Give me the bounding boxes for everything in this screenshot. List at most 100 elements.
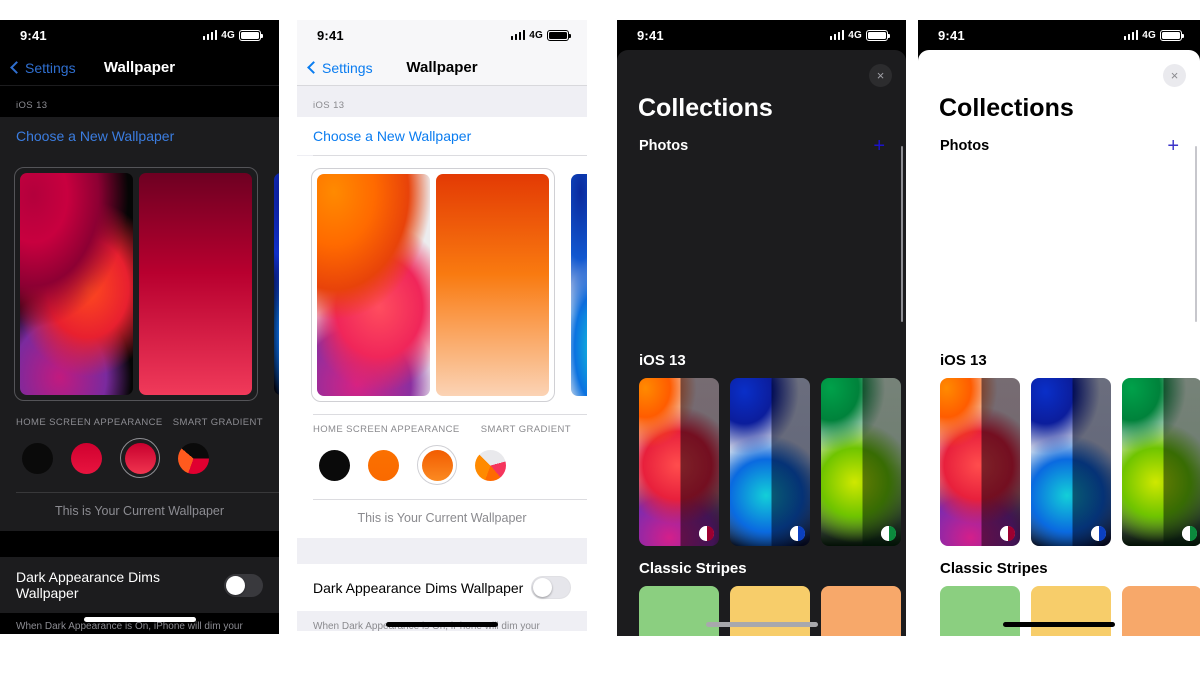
dim-wallpaper-row[interactable]: Dark Appearance Dims Wallpaper: [0, 557, 279, 613]
home-indicator-wrap: [617, 622, 906, 627]
choose-new-wallpaper-button[interactable]: Choose a New Wallpaper: [297, 117, 587, 155]
current-wallpaper-caption: This is Your Current Wallpaper: [54, 504, 225, 518]
stripes-thumbnail-row[interactable]: [918, 586, 1200, 636]
vertical-scrollbar[interactable]: [900, 146, 903, 322]
wallpaper-thumb-blue[interactable]: [730, 378, 810, 546]
close-icon[interactable]: ×: [1163, 64, 1186, 87]
stripe-thumb-yellow[interactable]: [730, 586, 810, 636]
next-wallpaper-card[interactable]: [268, 167, 279, 401]
add-icon[interactable]: +: [873, 136, 885, 156]
home-screen-preview[interactable]: [436, 174, 549, 396]
photos-label: Photos: [639, 138, 689, 154]
status-bar: 9:41 4G: [297, 20, 587, 50]
phone-screen-settings-dark: 9:41 4G Settings Wallpaper iOS 13 Choose…: [0, 20, 279, 634]
row-photos[interactable]: Photos +: [918, 123, 1200, 169]
network-label: 4G: [221, 29, 235, 41]
network-label: 4G: [848, 29, 862, 41]
dark-mode-badge-icon: [881, 526, 896, 541]
sheet-title: Collections: [939, 94, 1074, 122]
wallpaper-thumb-green[interactable]: [821, 378, 901, 546]
stripe-thumb-yellow[interactable]: [1031, 586, 1111, 636]
swatch-solid-orange[interactable]: [368, 449, 399, 481]
photos-label: Photos: [940, 138, 990, 154]
dark-mode-badge-icon: [790, 526, 805, 541]
choose-new-wallpaper-button[interactable]: Choose a New Wallpaper: [0, 117, 279, 155]
wallpaper-thumb-red[interactable]: [940, 378, 1020, 546]
section-header-stripes: Classic Stripes: [940, 560, 1048, 577]
stripes-thumbnail-row[interactable]: [617, 586, 906, 636]
nav-bar: Settings Wallpaper: [297, 50, 587, 86]
signal-icon: [510, 30, 526, 40]
back-button[interactable]: Settings: [307, 60, 373, 76]
home-indicator[interactable]: [83, 617, 196, 622]
dark-mode-badge-icon: [1091, 526, 1106, 541]
current-wallpaper-caption: This is Your Current Wallpaper: [357, 511, 527, 525]
lock-screen-preview[interactable]: [317, 174, 430, 396]
smart-gradient-label: SMART GRADIENT: [172, 417, 263, 428]
sheet-title: Collections: [638, 94, 773, 122]
stripe-thumb-green[interactable]: [639, 586, 719, 636]
vertical-scrollbar[interactable]: [1194, 146, 1197, 322]
status-bar: 9:41 4G: [0, 20, 279, 50]
section-gap: [297, 538, 587, 564]
wallpaper-thumb-red[interactable]: [639, 378, 719, 546]
group-header-row: iOS 13: [0, 86, 279, 117]
home-indicator-wrap: [0, 617, 279, 622]
status-bar: 9:41 4G: [617, 20, 906, 50]
wallpaper-thumb-blue[interactable]: [1031, 378, 1111, 546]
section-gap: [0, 531, 279, 557]
next-lock-preview[interactable]: [274, 173, 279, 395]
next-wallpaper-card[interactable]: [565, 168, 587, 402]
wallpaper-thumb-green[interactable]: [1122, 378, 1200, 546]
row-photos[interactable]: Photos +: [617, 123, 906, 169]
smart-gradient-label: SMART GRADIENT: [480, 424, 571, 435]
phone-screen-collections-dark: 9:41 4G × Collections Photos + iOS 13 Cl…: [617, 20, 906, 636]
group-header: iOS 13: [16, 100, 48, 111]
nav-bar: Settings Wallpaper: [0, 50, 279, 86]
ios13-thumbnail-row[interactable]: [617, 378, 906, 546]
ios13-thumbnail-row[interactable]: [918, 378, 1200, 546]
current-wallpaper-card[interactable]: [311, 168, 555, 402]
dim-wallpaper-toggle[interactable]: [223, 573, 263, 597]
network-label: 4G: [529, 29, 543, 41]
home-indicator[interactable]: [386, 622, 498, 627]
dark-mode-badge-icon: [1182, 526, 1197, 541]
collections-sheet: × Collections Photos + iOS 13 Classic St…: [617, 50, 906, 636]
home-screen-preview[interactable]: [139, 173, 252, 395]
appearance-labels: HOME SCREEN APPEARANCE SMART GRADIENT: [297, 415, 587, 435]
stripe-thumb-orange[interactable]: [821, 586, 901, 636]
swatch-black[interactable]: [319, 449, 350, 481]
network-label: 4G: [1142, 29, 1156, 41]
close-icon[interactable]: ×: [869, 64, 892, 87]
section-header-ios13: iOS 13: [940, 352, 987, 369]
group-header: iOS 13: [313, 100, 345, 111]
stripe-thumb-orange[interactable]: [1122, 586, 1200, 636]
home-indicator[interactable]: [705, 622, 818, 627]
dim-wallpaper-row[interactable]: Dark Appearance Dims Wallpaper: [297, 564, 587, 611]
home-indicator[interactable]: [1003, 622, 1115, 627]
swatch-black[interactable]: [22, 442, 53, 474]
stripe-thumb-green[interactable]: [940, 586, 1020, 636]
screenshot-canvas: 9:41 4G Settings Wallpaper iOS 13 Choose…: [0, 0, 1200, 675]
appearance-swatches[interactable]: [297, 435, 587, 499]
swatch-gradient-red-selected[interactable]: [120, 438, 160, 478]
swatch-smart-gradient[interactable]: [178, 442, 209, 474]
current-wallpaper-card[interactable]: [14, 167, 258, 401]
appearance-swatches[interactable]: [0, 428, 279, 492]
collections-sheet: × Collections Photos + iOS 13 Classic St…: [918, 50, 1200, 636]
add-icon[interactable]: +: [1167, 136, 1179, 156]
collections-sheet-wrap: × Collections Photos + iOS 13 Classic St…: [617, 50, 906, 636]
wallpaper-preview-section: HOME SCREEN APPEARANCE SMART GRADIENT Th…: [297, 156, 587, 538]
back-button[interactable]: Settings: [10, 60, 76, 76]
wallpaper-preview-carousel[interactable]: [0, 155, 279, 413]
phone-screen-settings-light: 9:41 4G Settings Wallpaper iOS 13 Choose…: [297, 20, 587, 631]
battery-icon: [547, 29, 571, 41]
next-lock-preview[interactable]: [571, 174, 587, 396]
swatch-gradient-orange-selected[interactable]: [417, 445, 457, 485]
dim-wallpaper-toggle[interactable]: [531, 576, 571, 599]
swatch-smart-gradient[interactable]: [475, 449, 506, 481]
battery-icon: [239, 29, 263, 41]
wallpaper-preview-carousel[interactable]: [297, 156, 587, 414]
lock-screen-preview[interactable]: [20, 173, 133, 395]
swatch-solid-red[interactable]: [71, 442, 102, 474]
